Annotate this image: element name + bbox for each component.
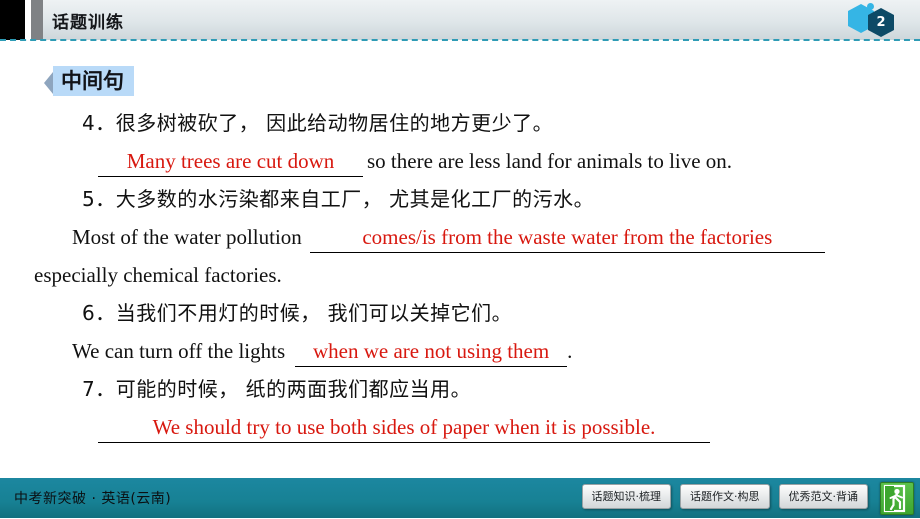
question-6-lead: We can turn off the lights [72,339,286,363]
header-dashed-divider [0,39,920,41]
header-gray-block [31,0,43,40]
chapter-badge-group: 2 [838,0,908,38]
question-5-answer-row: Most of the water pollution comes/is from… [0,218,920,256]
page-title: 话题训练 [52,13,124,33]
exit-running-figure-icon [883,484,906,513]
header-black-block [0,0,25,40]
answer-blank-7[interactable]: We should try to use both sides of paper… [98,412,710,443]
footer-button-group: 话题知识·梳理 话题作文·构思 优秀范文·背诵 [581,484,868,509]
footer-button-topic-composition[interactable]: 话题作文·构思 [680,484,770,509]
question-5-lead: Most of the water pollution [72,225,302,249]
page-footer: 中考新突破 · 英语(云南) 话题知识·梳理 话题作文·构思 优秀范文·背诵 [0,478,920,518]
footer-button-topic-knowledge[interactable]: 话题知识·梳理 [581,484,671,509]
question-6-period: . [567,339,573,363]
question-7-answer-row: We should try to use both sides of paper… [0,408,920,446]
page-header: 话题训练 2 [0,0,920,40]
question-7-chinese: 7．可能的时候， 纸的两面我们都应当用。 [82,377,472,401]
section-title: 中间句 [53,66,134,96]
section-arrow-icon [44,72,53,94]
footer-button-model-essay[interactable]: 优秀范文·背诵 [778,484,868,509]
exercise-content: 4．很多树被砍了， 因此给动物居住的地方更少了。 Many trees are … [0,104,920,446]
question-4-chinese: 4．很多树被砍了， 因此给动物居住的地方更少了。 [82,111,554,135]
question-4-answer-row: Many trees are cut down so there are less… [0,142,920,180]
chapter-number: 2 [876,15,886,30]
answer-blank-5[interactable]: comes/is from the waste water from the f… [309,222,825,253]
answer-blank-6[interactable]: when we are not using them [295,336,568,367]
question-6-chinese: 6．当我们不用灯的时候， 我们可以关掉它们。 [82,301,513,325]
question-4-tail: so there are less land for animals to li… [367,149,733,173]
answer-blank-4[interactable]: Many trees are cut down [98,146,363,177]
question-5-continuation: especially chemical factories. [34,263,282,287]
question-5-chinese: 5．大多数的水污染都来自工厂， 尤其是化工厂的污水。 [82,187,595,211]
footer-title: 中考新突破 · 英语(云南) [14,491,172,507]
exit-icon[interactable] [880,482,914,515]
question-6-answer-row: We can turn off the lights when we are no… [0,332,920,370]
